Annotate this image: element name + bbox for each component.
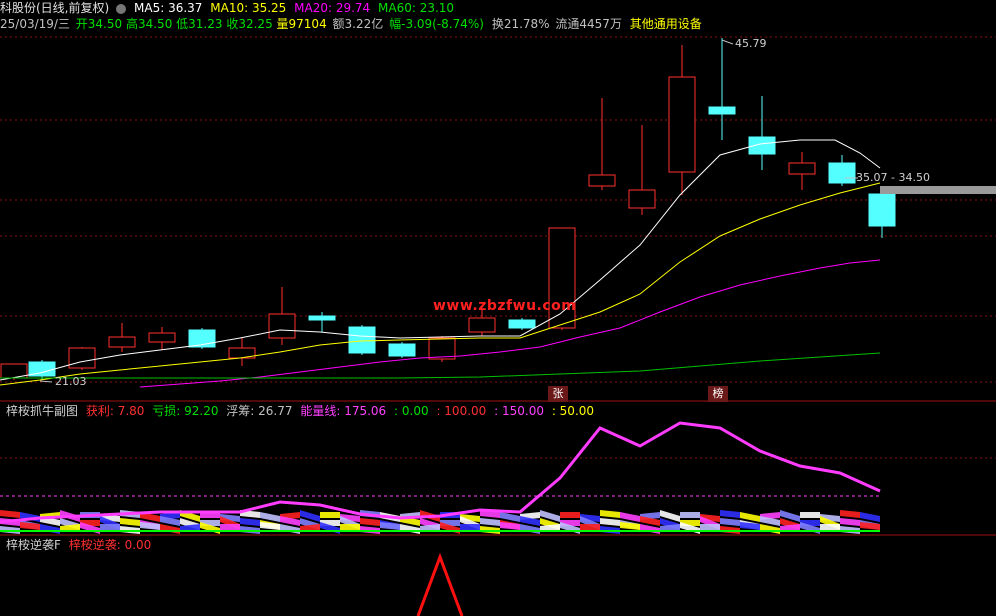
candle[interactable]	[708, 38, 736, 140]
chip-band-segment	[500, 512, 520, 522]
chip-band-segment	[760, 524, 780, 534]
candle[interactable]	[308, 312, 336, 332]
chip-band-segment	[360, 518, 380, 526]
candle[interactable]	[548, 227, 576, 330]
candle[interactable]	[628, 125, 656, 215]
chip-band-segment	[860, 522, 880, 530]
candle[interactable]	[788, 152, 816, 190]
candle[interactable]	[588, 98, 616, 190]
candle[interactable]	[828, 155, 856, 186]
chip-band-segment	[840, 518, 860, 526]
tag-bang[interactable]: 榜	[708, 386, 728, 402]
chip-band-segment	[100, 524, 120, 530]
chip-band-segment	[640, 524, 660, 534]
loss-value: 亏损: 92.20	[152, 404, 219, 418]
chip-band-segment	[700, 524, 720, 530]
chip-band-segment	[520, 524, 540, 534]
chip-band-segment	[500, 522, 520, 530]
chip-band-segment	[260, 522, 280, 530]
range-price-label: 35.07 - 34.50	[856, 171, 930, 184]
level-150: : 150.00	[494, 404, 544, 418]
low-price-label: 21.03	[55, 375, 87, 388]
candle[interactable]	[228, 337, 256, 366]
chip-band-segment	[720, 518, 740, 526]
chip-band-segment	[380, 522, 400, 530]
candle[interactable]	[668, 45, 696, 195]
chip-band-segment	[220, 524, 240, 530]
level-50: : 50.00	[551, 404, 595, 418]
candle[interactable]	[388, 342, 416, 358]
watermark: www.zbzfwu.com	[433, 298, 577, 314]
chip-band-segment	[340, 524, 360, 530]
chip-band-segment	[740, 522, 760, 530]
tag-zhang[interactable]: 张	[548, 386, 568, 402]
chip-band-segment	[800, 512, 820, 518]
chip-band-segment	[600, 510, 620, 518]
float-chip-value: 浮筹: 26.77	[226, 404, 293, 418]
level-100: : 100.00	[436, 404, 487, 418]
level-0: : 0.00	[394, 404, 429, 418]
chip-band-segment	[680, 512, 700, 518]
candle[interactable]	[348, 325, 376, 355]
candle[interactable]	[868, 193, 896, 238]
chip-band-segment	[840, 510, 860, 518]
candle[interactable]	[268, 287, 296, 345]
chip-band-segment	[580, 524, 600, 530]
chip-band-segment	[620, 512, 640, 522]
candle[interactable]	[68, 347, 96, 370]
chip-band-segment	[720, 510, 740, 518]
profit-value: 获利: 7.80	[85, 404, 145, 418]
chip-band-segment	[560, 512, 580, 518]
chip-band-segment	[40, 524, 60, 534]
candle[interactable]	[108, 323, 136, 352]
chip-band-segment	[120, 518, 140, 526]
chip-band-segment	[860, 512, 880, 522]
chip-band-segment	[400, 524, 420, 534]
chip-band-segment	[240, 518, 260, 526]
high-price-label: 45.79	[735, 37, 767, 50]
chip-band-segment	[260, 512, 280, 522]
energy-value: 能量线: 175.06	[300, 404, 387, 418]
candle[interactable]	[508, 318, 536, 330]
chip-band-segment	[820, 524, 840, 530]
sub2-header: 梓桉逆袭F 梓桉逆袭: 0.00	[0, 537, 155, 553]
reversal-signal	[416, 552, 464, 616]
chip-band-segment	[280, 524, 300, 534]
chip-band-segment	[320, 512, 340, 518]
candle[interactable]	[428, 336, 456, 362]
chip-band-segment	[160, 524, 180, 534]
chip-band-segment	[140, 522, 160, 530]
candle[interactable]	[148, 327, 176, 350]
energy-line	[0, 421, 881, 524]
chip-band-segment	[480, 518, 500, 526]
chip-band-segment	[740, 512, 760, 522]
candlestick-series	[0, 38, 896, 380]
chip-band-segment	[620, 522, 640, 530]
chip-band-segment	[20, 522, 40, 530]
chip-band-segment	[600, 518, 620, 526]
reversal-value: 梓桉逆袭: 0.00	[68, 538, 152, 552]
chip-band-segment	[460, 524, 480, 530]
candle[interactable]	[748, 96, 776, 170]
chip-band-segment	[0, 510, 20, 518]
sub1-header: 梓桉抓牛副图 获利: 7.80 亏损: 92.20 浮筹: 26.77 能量线:…	[0, 403, 598, 419]
sub1-title[interactable]: 梓桉抓牛副图	[6, 404, 78, 418]
sub2-title[interactable]: 梓桉逆袭F	[6, 538, 61, 552]
